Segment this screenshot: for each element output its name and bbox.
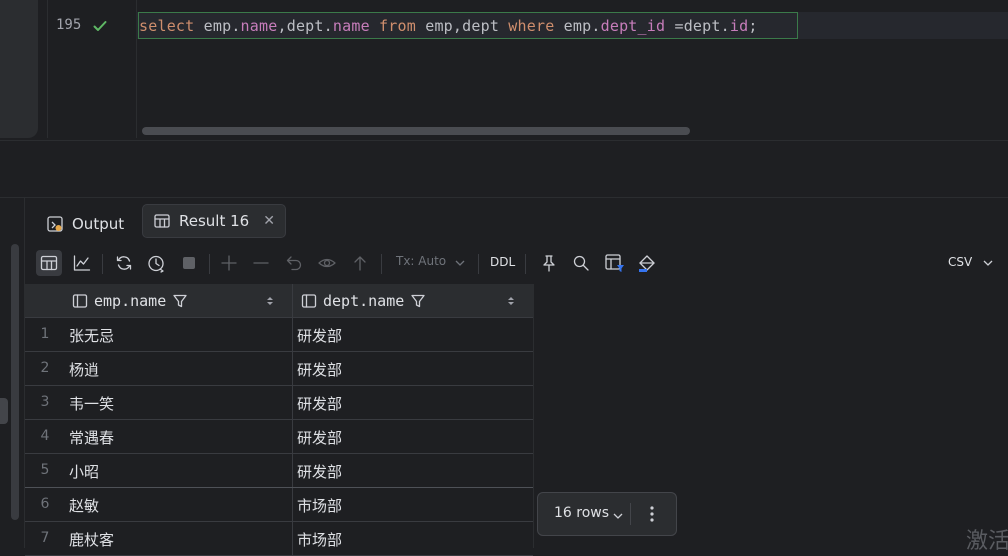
filter-icon[interactable] [410, 293, 426, 309]
sql-token: dept_id [600, 17, 666, 35]
chart-view-button[interactable] [69, 250, 95, 276]
sql-token: emp. [194, 17, 241, 35]
table-row[interactable]: 5 小昭 研发部 [25, 454, 533, 488]
refresh-button[interactable] [111, 250, 137, 276]
cell-dept-name[interactable]: 研发部 [297, 325, 342, 346]
sql-editor[interactable]: 174 195 select emp.name,dept.name from e… [0, 0, 1008, 140]
sql-token: =dept. [665, 17, 730, 35]
tab-result-label: Result 16 [179, 212, 250, 230]
row-count-label[interactable]: 16 rows [554, 505, 609, 521]
sql-token: emp. [554, 17, 601, 35]
table-icon [153, 212, 171, 230]
format-icon[interactable] [634, 250, 660, 276]
table-row[interactable]: 2 杨逍 研发部 [25, 352, 533, 386]
submit-button[interactable] [347, 250, 373, 276]
row-count-selector[interactable]: 16 rows [537, 492, 677, 536]
column-header-label: emp.name [94, 291, 167, 310]
filter-icon[interactable] [172, 293, 188, 309]
table-row[interactable]: 1 张无忌 研发部 [25, 318, 533, 352]
export-format-select[interactable]: CSV [948, 255, 972, 269]
table-row[interactable]: 6 赵敏 市场部 [25, 488, 533, 522]
sql-token: name [240, 17, 278, 35]
activation-watermark: 激活 [966, 529, 1008, 554]
sql-token: emp,dept [415, 17, 509, 35]
column-icon [301, 293, 317, 309]
tab-result[interactable]: Result 16 ✕ [142, 204, 286, 238]
result-toolbar: Tx: Auto DDL CSV [36, 247, 1008, 279]
editor-bottom-area [0, 140, 1008, 198]
cell-dept-name[interactable]: 市场部 [297, 495, 342, 516]
column-header-dept-name[interactable]: dept.name [301, 284, 426, 317]
table-view-button[interactable] [36, 250, 62, 276]
sql-token: ,dept. [277, 17, 333, 35]
preview-changes-button[interactable] [314, 250, 340, 276]
cell-emp-name[interactable]: 小昭 [69, 461, 99, 482]
revert-button[interactable] [281, 250, 307, 276]
left-scroll-marker [0, 398, 8, 424]
sort-icon[interactable] [266, 296, 274, 306]
cell-dept-name[interactable]: 研发部 [297, 393, 342, 414]
transaction-mode-select[interactable]: Tx: Auto [396, 254, 446, 268]
sql-token: where [508, 17, 555, 35]
row-number: 6 [40, 496, 50, 512]
stop-button[interactable] [176, 250, 202, 276]
cell-emp-name[interactable]: 杨逍 [69, 359, 99, 380]
line-gutter: 174 195 [47, 0, 137, 138]
column-header-label: dept.name [323, 291, 405, 310]
tab-output-label: Output [72, 215, 125, 233]
ddl-button[interactable]: DDL [490, 255, 515, 269]
column-icon [72, 293, 88, 309]
sort-icon[interactable] [507, 296, 515, 306]
grid-header: emp.name dept.name [25, 284, 533, 318]
tab-output[interactable]: Output [38, 208, 132, 240]
sql-token: select [139, 17, 195, 35]
services-tool-window: Output Result 16 ✕ Tx: Auto DDL CSV emp.… [0, 197, 1008, 556]
cell-dept-name[interactable]: 研发部 [297, 461, 342, 482]
editor-side-panel [0, 0, 38, 138]
chevron-down-icon [454, 257, 466, 269]
chevron-down-icon [612, 510, 624, 522]
row-number: 2 [40, 360, 50, 376]
row-number: 3 [40, 394, 50, 410]
cell-dept-name[interactable]: 研发部 [297, 427, 342, 448]
cell-dept-name[interactable]: 研发部 [297, 359, 342, 380]
result-grid[interactable]: emp.name dept.name 1 张无忌 研发部 2 杨逍 研发部 3 … [25, 284, 533, 556]
more-options-icon[interactable] [648, 505, 656, 523]
pin-icon[interactable] [536, 250, 562, 276]
table-row[interactable]: 3 韦一笑 研发部 [25, 386, 533, 420]
sql-token: id [729, 17, 749, 35]
cell-emp-name[interactable]: 张无忌 [69, 325, 114, 346]
sql-statement[interactable]: select emp.name,dept.name from emp,dept … [139, 17, 758, 35]
row-number: 4 [40, 428, 50, 444]
tool-left-strip [0, 198, 25, 548]
line-number: 174 [56, 0, 81, 4]
table-row[interactable]: 7 鹿杖客 市场部 [25, 522, 533, 556]
cell-emp-name[interactable]: 赵敏 [69, 495, 99, 516]
sql-token: ; [748, 17, 758, 35]
console-icon [46, 215, 64, 233]
column-header-emp-name[interactable]: emp.name [72, 284, 188, 317]
row-number: 1 [40, 326, 50, 342]
sql-token: name [332, 17, 370, 35]
row-number: 7 [40, 530, 50, 546]
cell-emp-name[interactable]: 常遇春 [69, 427, 114, 448]
delete-row-button[interactable] [248, 250, 274, 276]
chevron-down-icon [982, 257, 994, 269]
horizontal-scrollbar[interactable] [142, 127, 690, 135]
search-icon[interactable] [568, 250, 594, 276]
close-icon[interactable]: ✕ [263, 213, 275, 229]
view-settings-icon[interactable] [602, 250, 628, 276]
table-row[interactable]: 4 常遇春 研发部 [25, 420, 533, 454]
add-row-button[interactable] [216, 250, 242, 276]
cell-emp-name[interactable]: 韦一笑 [69, 393, 114, 414]
vertical-scrollbar[interactable] [11, 244, 19, 520]
line-number-current: 195 [56, 17, 82, 33]
sql-token: from [379, 17, 416, 35]
row-number: 5 [40, 462, 50, 478]
check-icon [92, 18, 108, 34]
history-button[interactable] [143, 250, 169, 276]
